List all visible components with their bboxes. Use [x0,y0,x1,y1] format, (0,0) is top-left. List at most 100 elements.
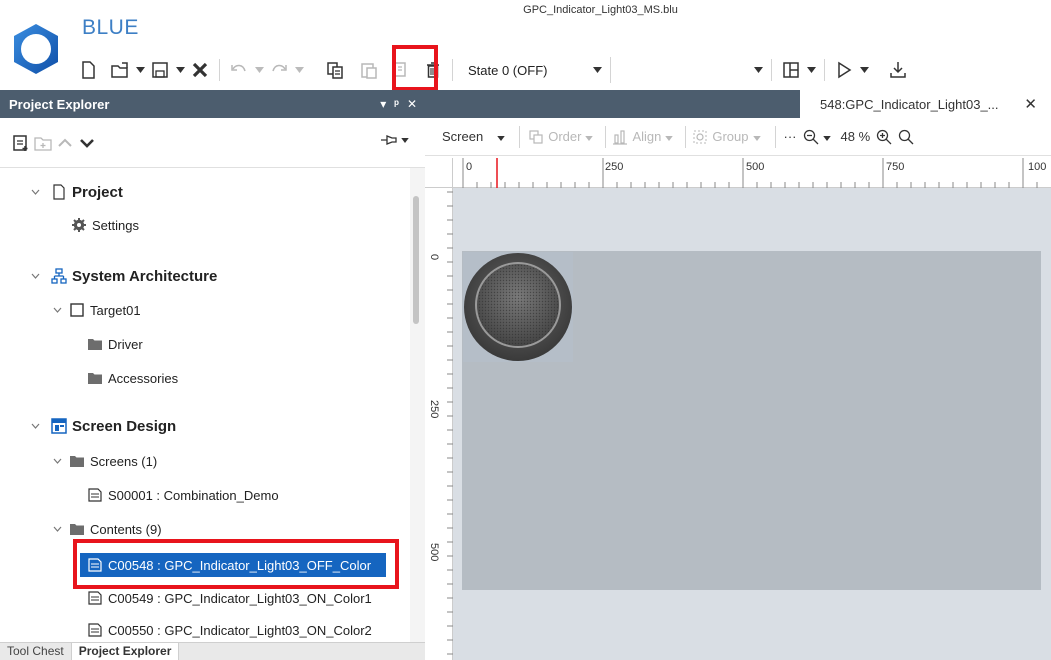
title-bar: BLUE GPC_Indicator_Light03_MS.blu State … [0,0,1051,90]
tree-label: Contents (9) [90,521,162,537]
indicator-light-widget[interactable] [463,252,573,362]
save-icon[interactable] [147,56,173,84]
move-up-icon[interactable] [54,129,76,157]
paste-icon[interactable] [356,56,382,84]
state-dropdown-chevron-icon[interactable] [584,56,610,84]
new-file-icon[interactable] [75,56,101,84]
document-tab-strip: 548:GPC_Indicator_Light03_... ✕ [425,90,1051,118]
bottom-tab-bar: Tool Chest Project Explorer [0,642,425,660]
secondary-select[interactable] [610,57,765,83]
secondary-dropdown-chevron-icon[interactable] [751,56,765,84]
panel-pin-icon[interactable]: ᵖ [394,97,399,111]
panel-close-icon[interactable]: ✕ [407,97,417,111]
gear-icon [70,216,88,234]
redo-dropdown-chevron-icon[interactable] [292,56,306,84]
project-explorer-header: Project Explorer ▾ ᵖ ✕ [0,90,425,118]
folder-icon [68,452,86,470]
explorer-toolbar [0,118,425,168]
tree-item-screen-design[interactable]: Screen Design [28,414,176,438]
tree-item-system-architecture[interactable]: System Architecture [28,264,217,288]
duplicate-icon[interactable] [388,56,414,84]
tree-item-screen-s00001[interactable]: S00001 : Combination_Demo [86,483,279,507]
play-icon[interactable] [831,56,857,84]
layout-dropdown-chevron-icon[interactable] [804,56,818,84]
tree-item-content-c00549[interactable]: C00549 : GPC_Indicator_Light03_ON_Color1 [86,586,372,610]
ruler-label: 250 [428,400,440,419]
tree-item-screens[interactable]: Screens (1) [50,449,157,473]
horizontal-ruler: 0 250 500 750 100 [453,158,1051,188]
document-title: GPC_Indicator_Light03_MS.blu [523,4,678,16]
expand-chevron-icon[interactable] [28,423,42,429]
scrollbar-thumb[interactable] [413,196,419,324]
tree-scrollbar[interactable] [410,168,425,642]
tree-item-content-c00548[interactable]: C00548 : GPC_Indicator_Light03_OFF_Color [80,553,386,577]
tree-label: Target01 [90,302,141,318]
tree-label: C00548 : GPC_Indicator_Light03_OFF_Color [108,557,372,573]
app-logo-icon [14,24,58,74]
play-dropdown-chevron-icon[interactable] [857,56,871,84]
align-label: Align [632,129,662,144]
tree-item-contents[interactable]: Contents (9) [50,517,162,541]
download-icon[interactable] [885,56,911,84]
order-dropdown[interactable]: Order [528,129,594,145]
screen-dropdown[interactable]: Screen [442,129,505,144]
ruler-label: 250 [605,161,624,173]
more-options[interactable]: ··· [784,129,797,144]
expand-chevron-icon[interactable] [50,458,64,464]
add-item-icon[interactable] [10,129,32,157]
move-down-icon[interactable] [76,129,98,157]
group-icon [693,130,707,143]
layout-icon[interactable] [778,56,804,84]
ruler-label: 0 [428,254,440,261]
tree-item-driver[interactable]: Driver [86,332,143,356]
app-brand: BLUE [82,16,139,39]
expand-chevron-icon[interactable] [50,526,64,532]
zoom-fit-icon[interactable] [898,129,914,145]
tab-tool-chest[interactable]: Tool Chest [0,643,71,660]
zoom-out-icon [803,129,818,144]
page-icon [86,556,104,574]
document-tab-label: 548:GPC_Indicator_Light03_... [820,96,999,112]
folder-icon [86,335,104,353]
tree-item-target[interactable]: Target01 [50,298,141,322]
undo-dropdown-chevron-icon[interactable] [252,56,266,84]
main-toolbar: State 0 (OFF) [75,54,911,86]
close-icon[interactable]: ✕ [1024,95,1037,113]
group-dropdown[interactable]: Group [692,129,761,145]
add-folder-icon[interactable] [32,129,54,157]
undo-icon[interactable] [226,56,252,84]
expand-chevron-icon[interactable] [28,189,42,195]
zoom-out-dropdown[interactable] [803,129,831,145]
pin-icon [381,135,397,145]
pin-dropdown-chevron-icon [401,137,409,143]
tree-item-settings[interactable]: Settings [70,213,139,237]
ruler-label: 100 [1028,161,1047,173]
ruler-corner [425,158,453,188]
expand-chevron-icon[interactable] [50,307,64,313]
zoom-level[interactable]: 48 % [841,129,871,144]
pin-dropdown[interactable] [380,133,409,147]
open-folder-icon[interactable] [107,56,133,84]
state-select[interactable]: State 0 (OFF) [459,57,584,83]
tree-item-accessories[interactable]: Accessories [86,366,178,390]
tree-label: S00001 : Combination_Demo [108,487,279,503]
tree-item-content-c00550[interactable]: C00550 : GPC_Indicator_Light03_ON_Color2 [86,618,372,642]
save-dropdown-chevron-icon[interactable] [173,56,187,84]
vertical-ruler: 0 250 500 [425,188,453,660]
tree-label: Screens (1) [90,453,158,469]
tree-label: Driver [108,336,143,352]
expand-chevron-icon[interactable] [28,273,42,279]
tab-project-explorer[interactable]: Project Explorer [70,643,180,660]
close-x-icon[interactable] [187,56,213,84]
zoom-in-icon[interactable] [876,129,892,145]
ruler-label: 500 [746,161,765,173]
tree-item-project[interactable]: Project [28,180,123,204]
group-chevron-icon [752,129,761,144]
open-dropdown-chevron-icon[interactable] [133,56,147,84]
copy-icon[interactable] [322,56,348,84]
redo-icon[interactable] [266,56,292,84]
align-dropdown[interactable]: Align [612,129,674,145]
delete-icon[interactable] [420,56,446,84]
document-tab[interactable]: 548:GPC_Indicator_Light03_... ✕ [800,90,1051,118]
panel-menu-icon[interactable]: ▾ [380,97,386,111]
